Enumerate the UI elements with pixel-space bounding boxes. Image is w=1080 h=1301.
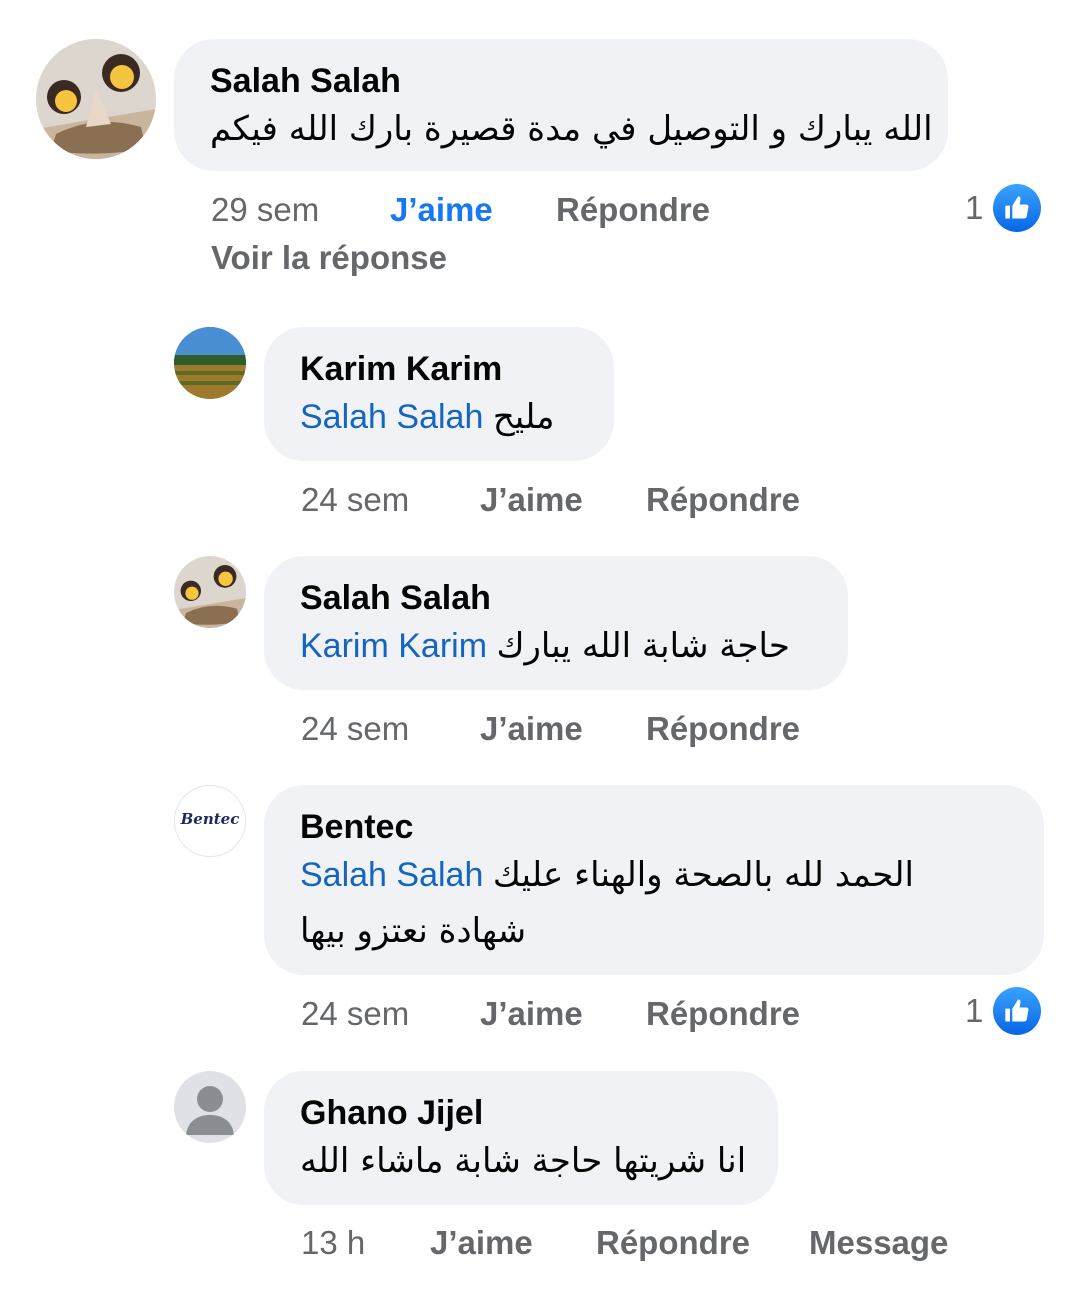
comment-bubble[interactable]: Salah Salah Karim Karim حاجة شابة الله ي… (264, 556, 848, 690)
comment-text: الله يبارك و التوصيل في مدة قصيرة بارك ا… (210, 105, 933, 153)
avatar[interactable] (174, 556, 246, 628)
comment-bubble[interactable]: Ghano Jijel انا شريتها حاجة شابة ماشاء ا… (264, 1071, 778, 1205)
comment-actions: 29 sem J’aime Répondre (211, 191, 811, 231)
comment-body: شهادة نعتزو بيها (300, 911, 527, 951)
reply-button[interactable]: Répondre (646, 710, 800, 748)
comment-body: الله يبارك و التوصيل في مدة قصيرة بارك ا… (210, 109, 933, 149)
comment-body: انا شريتها حاجة شابة ماشاء الله (300, 1141, 747, 1181)
message-button[interactable]: Message (809, 1224, 948, 1262)
comment-text: Karim Karim حاجة شابة الله يبارك (300, 622, 812, 670)
comment-text: Salah Salah الحمد لله بالصحة والهناء علي… (300, 851, 1008, 899)
bentec-logo: Bentec (180, 810, 240, 828)
comment-author[interactable]: Salah Salah (300, 578, 812, 618)
reply-button[interactable]: Répondre (556, 191, 710, 229)
comment-time[interactable]: 29 sem (211, 191, 319, 229)
avatar[interactable] (174, 1071, 246, 1143)
reaction-number: 1 (965, 189, 984, 226)
landscape-avatar-icon (174, 327, 246, 399)
comment-time[interactable]: 24 sem (301, 995, 409, 1033)
comment-author[interactable]: Bentec (300, 807, 1008, 847)
comment-author[interactable]: Ghano Jijel (300, 1093, 742, 1133)
comment-bubble[interactable]: Bentec Salah Salah الحمد لله بالصحة واله… (264, 785, 1044, 975)
reaction-count[interactable]: 1 (965, 987, 1042, 1035)
like-button[interactable]: J’aime (480, 995, 583, 1033)
view-replies-link[interactable]: Voir la réponse (211, 239, 447, 277)
mention-link[interactable]: Salah Salah (300, 398, 483, 436)
comment-text: انا شريتها حاجة شابة ماشاء الله (300, 1137, 746, 1185)
reply-button[interactable]: Répondre (596, 1224, 750, 1262)
like-button[interactable]: J’aime (480, 710, 583, 748)
comment-author[interactable]: Karim Karim (300, 349, 578, 389)
reply-button[interactable]: Répondre (646, 995, 800, 1033)
comment-actions: 24 sem J’aime Répondre (301, 710, 901, 750)
comment-bubble[interactable]: Salah Salah الله يبارك و التوصيل في مدة … (174, 39, 948, 171)
comment-body: حاجة شابة الله يبارك (496, 626, 790, 666)
like-reaction-icon (993, 184, 1042, 232)
comment-actions: 24 sem J’aime Répondre (301, 481, 901, 521)
reaction-count[interactable]: 1 (965, 184, 1042, 232)
like-reaction-icon (993, 987, 1042, 1035)
like-button[interactable]: J’aime (430, 1224, 533, 1262)
comment-author[interactable]: Salah Salah (210, 61, 912, 101)
avatar[interactable] (36, 39, 156, 159)
like-button[interactable]: J’aime (390, 191, 493, 229)
comment-time[interactable]: 24 sem (301, 481, 409, 519)
comment-actions: 24 sem J’aime Répondre (301, 995, 901, 1035)
reaction-number: 1 (965, 992, 984, 1029)
comment-body: الحمد لله بالصحة والهناء عليك (492, 855, 914, 895)
mention-link[interactable]: Karim Karim (300, 627, 487, 665)
like-button[interactable]: J’aime (480, 481, 583, 519)
avatar[interactable]: Bentec (174, 785, 246, 857)
comment-text: Salah Salah مليح (300, 393, 578, 441)
photo-avatar-icon (36, 39, 156, 159)
photo-avatar-icon (174, 556, 246, 628)
mention-link[interactable]: Salah Salah (300, 856, 483, 894)
comment-bubble[interactable]: Karim Karim Salah Salah مليح (264, 327, 614, 461)
avatar[interactable] (174, 327, 246, 399)
reply-button[interactable]: Répondre (646, 481, 800, 519)
comment-actions: 13 h J’aime Répondre Message (301, 1224, 1001, 1264)
comment-body: مليح (492, 397, 555, 437)
comment-time[interactable]: 13 h (301, 1224, 365, 1262)
default-user-icon (186, 1086, 234, 1135)
comment-time[interactable]: 24 sem (301, 710, 409, 748)
comment-text-line2: شهادة نعتزو بيها (300, 907, 1008, 955)
